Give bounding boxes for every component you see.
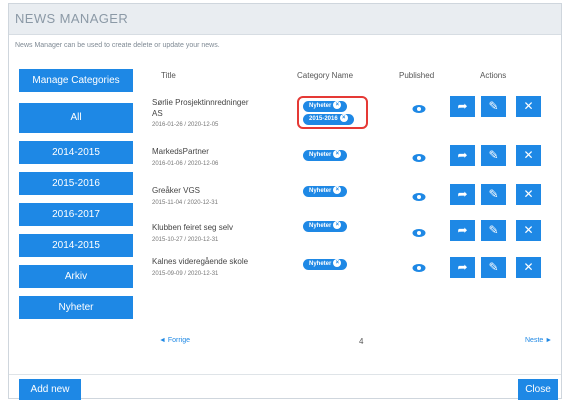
manage-categories-button[interactable]: Manage Categories (19, 69, 133, 92)
news-date-range: 2015-10-27 / 2020-12-31 (152, 237, 219, 243)
column-header-published: Published (399, 71, 435, 80)
close-icon: ✕ (523, 99, 534, 113)
add-new-button[interactable]: Add new (19, 379, 81, 400)
share-button[interactable]: ➦ (450, 220, 475, 241)
news-manager-dialog: NEWS MANAGER News Manager can be used to… (8, 3, 562, 401)
delete-button[interactable]: ✕ (516, 257, 541, 278)
news-title-continued: AS (152, 109, 163, 118)
news-date-range: 2016-01-26 / 2020-12-05 (152, 122, 219, 128)
pager-current-page: 4 (359, 337, 364, 346)
share-button[interactable]: ➦ (450, 96, 475, 117)
share-icon: ➦ (457, 260, 468, 274)
category-badge[interactable]: Nyheter × (303, 150, 348, 161)
eye-icon[interactable] (412, 228, 426, 238)
share-icon: ➦ (457, 187, 468, 201)
share-button[interactable]: ➦ (450, 257, 475, 278)
share-icon: ➦ (457, 99, 468, 113)
close-icon: ✕ (523, 148, 534, 162)
category-badge[interactable]: Nyheter × (303, 221, 348, 232)
category-badge[interactable]: Nyheter × (303, 259, 348, 270)
news-date-range: 2015-09-09 / 2020-12-31 (152, 271, 219, 277)
eye-icon[interactable] (412, 192, 426, 202)
sidebar-item-arkiv[interactable]: Arkiv (19, 265, 133, 288)
delete-button[interactable]: ✕ (516, 220, 541, 241)
edit-icon: ✎ (488, 223, 499, 237)
column-header-actions: Actions (480, 71, 507, 80)
remove-category-icon[interactable]: × (333, 150, 342, 158)
edit-button[interactable]: ✎ (481, 96, 506, 117)
remove-category-icon[interactable]: × (333, 186, 342, 194)
share-button[interactable]: ➦ (450, 184, 475, 205)
delete-button[interactable]: ✕ (516, 96, 541, 117)
news-date-range: 2015-11-04 / 2020-12-31 (152, 200, 218, 206)
share-icon: ➦ (457, 223, 468, 237)
column-header-category: Category Name (297, 71, 354, 80)
news-date-range: 2016-01-06 / 2020-12-06 (152, 161, 219, 167)
news-title: Greåker VGS (152, 186, 201, 195)
edit-button[interactable]: ✎ (481, 145, 506, 166)
arrow-left-icon: ◄ (159, 337, 166, 344)
close-icon: ✕ (523, 223, 534, 237)
sidebar-item-2014-2015[interactable]: 2014-2015 (19, 141, 133, 164)
pager-next-link[interactable]: Neste ► (525, 337, 552, 344)
eye-icon[interactable] (412, 153, 426, 163)
title-bar: NEWS MANAGER (9, 4, 561, 35)
category-highlight-box (297, 96, 368, 129)
close-icon: ✕ (523, 187, 534, 201)
eye-icon[interactable] (412, 104, 426, 114)
dialog-description: News Manager can be used to create delet… (15, 42, 220, 49)
sidebar-item-all[interactable]: All (19, 103, 133, 133)
category-sidebar: Manage Categories All 2014-2015 2015-201… (19, 69, 133, 327)
remove-category-icon[interactable]: × (333, 221, 342, 229)
news-title: Kalnes videregående skole (152, 257, 249, 266)
edit-button[interactable]: ✎ (481, 257, 506, 278)
eye-icon[interactable] (412, 263, 426, 273)
close-icon: ✕ (523, 260, 534, 274)
news-title: Klubben feiret seg selv (152, 223, 233, 232)
remove-category-icon[interactable]: × (333, 259, 342, 267)
delete-button[interactable]: ✕ (516, 184, 541, 205)
share-icon: ➦ (457, 148, 468, 162)
edit-button[interactable]: ✎ (481, 184, 506, 205)
share-button[interactable]: ➦ (450, 145, 475, 166)
news-title: Sørlie Prosjektinnredninger (152, 98, 249, 107)
edit-icon: ✎ (488, 99, 499, 113)
dialog-footer (9, 374, 561, 401)
column-header-title: Title (161, 71, 176, 80)
pager-prev-link[interactable]: ◄ Forrige (159, 337, 190, 344)
delete-button[interactable]: ✕ (516, 145, 541, 166)
close-button[interactable]: Close (518, 379, 558, 400)
sidebar-item-2015-2016[interactable]: 2015-2016 (19, 172, 133, 195)
category-badge[interactable]: Nyheter × (303, 186, 348, 197)
news-title: MarkedsPartner (152, 147, 209, 156)
edit-icon: ✎ (488, 187, 499, 201)
dialog-title: NEWS MANAGER (15, 11, 129, 26)
edit-icon: ✎ (488, 148, 499, 162)
edit-icon: ✎ (488, 260, 499, 274)
sidebar-item-nyheter[interactable]: Nyheter (19, 296, 133, 319)
sidebar-item-2016-2017[interactable]: 2016-2017 (19, 203, 133, 226)
sidebar-item-2014-2015-second[interactable]: 2014-2015 (19, 234, 133, 257)
arrow-right-icon: ► (545, 337, 553, 344)
edit-button[interactable]: ✎ (481, 220, 506, 241)
